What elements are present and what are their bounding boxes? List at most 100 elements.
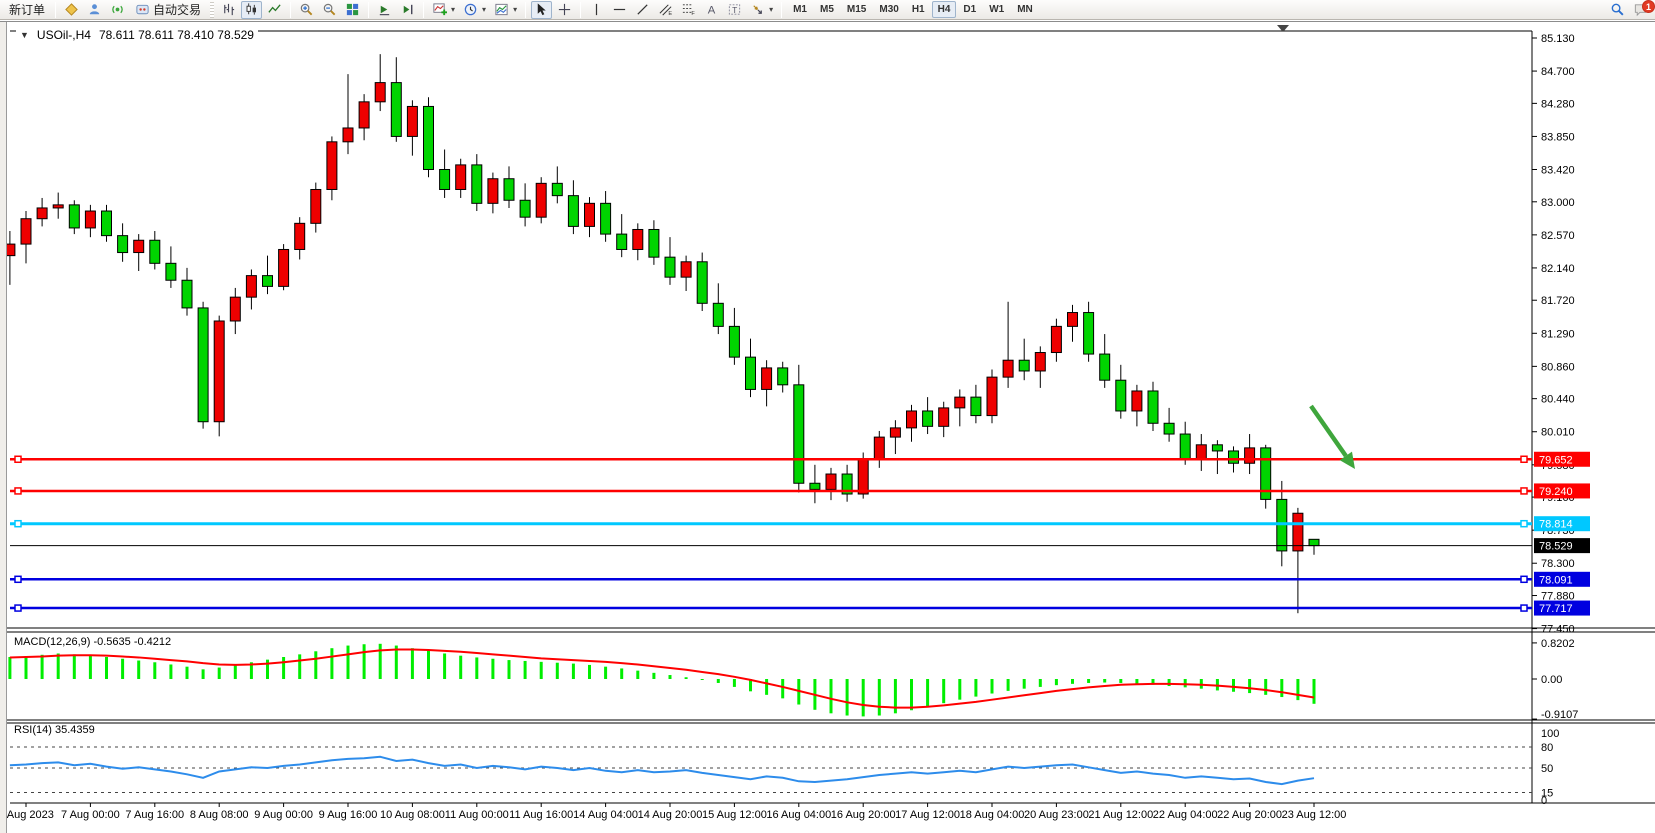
svg-text:78.814: 78.814 xyxy=(1539,519,1573,531)
timeframe-button-M30[interactable]: M30 xyxy=(873,1,904,18)
timeframe-button-H1[interactable]: H1 xyxy=(906,1,931,18)
vertical-line-icon xyxy=(589,2,604,17)
svg-text:22 Aug 20:00: 22 Aug 20:00 xyxy=(1217,809,1282,821)
chart-window: 85.13084.70084.28083.85083.42083.00082.5… xyxy=(0,21,1655,832)
timeframe-button-MN[interactable]: MN xyxy=(1011,1,1039,18)
text-icon: A xyxy=(704,2,719,17)
dropdown-arrow-icon[interactable]: ▾ xyxy=(769,5,773,14)
auto-scroll-button[interactable] xyxy=(374,1,395,19)
add-indicator-button[interactable]: ▾ xyxy=(429,1,458,19)
svg-text:83.420: 83.420 xyxy=(1541,164,1575,176)
chart-canvas[interactable]: 85.13084.70084.28083.85083.42083.00082.5… xyxy=(0,22,1655,833)
periods-button[interactable]: ▾ xyxy=(460,1,489,19)
timeframe-button-M15[interactable]: M15 xyxy=(841,1,872,18)
trendline-button[interactable] xyxy=(632,1,653,19)
svg-text:E: E xyxy=(668,11,672,17)
svg-text:T: T xyxy=(732,5,737,15)
toolbar-separator xyxy=(781,2,782,18)
svg-text:0.00: 0.00 xyxy=(1541,674,1562,686)
equidistant-channel-button[interactable]: E xyxy=(655,1,676,19)
tile-windows-button[interactable] xyxy=(342,1,363,19)
svg-text:79.652: 79.652 xyxy=(1539,454,1573,466)
macd-axis[interactable]: 0.82020.00-0.9107 xyxy=(1532,638,1578,721)
toolbar-grip xyxy=(210,2,214,18)
pane-borders xyxy=(0,31,1655,803)
new-order-label: 新订单 xyxy=(9,1,45,18)
text-label-button[interactable]: T xyxy=(724,1,745,19)
svg-text:7 Aug 16:00: 7 Aug 16:00 xyxy=(125,809,184,821)
chart-shift-button[interactable] xyxy=(397,1,418,19)
navigator-button[interactable] xyxy=(107,1,128,19)
text-button[interactable]: A xyxy=(701,1,722,19)
chat-button[interactable]: 1 xyxy=(1630,1,1651,19)
candlestick-chart-icon xyxy=(244,2,259,17)
vertical-line-button[interactable] xyxy=(586,1,607,19)
svg-text:10 Aug 08:00: 10 Aug 08:00 xyxy=(380,809,445,821)
bar-chart-button[interactable] xyxy=(218,1,239,19)
timeframe-button-D1[interactable]: D1 xyxy=(957,1,982,18)
macd-indicator-label: MACD(12,26,9) -0.5635 -0.4212 xyxy=(14,636,171,648)
svg-text:80.010: 80.010 xyxy=(1541,427,1575,439)
zoom-in-button[interactable] xyxy=(296,1,317,19)
data-window-icon xyxy=(87,2,102,17)
svg-text:85.130: 85.130 xyxy=(1541,33,1575,45)
fibonacci-button[interactable]: F xyxy=(678,1,699,19)
dropdown-arrow-icon[interactable]: ▾ xyxy=(513,5,517,14)
timeframe-button-M1[interactable]: M1 xyxy=(787,1,813,18)
navigator-icon xyxy=(110,2,125,17)
rsi-pane xyxy=(10,747,1532,793)
candlestick-chart-button[interactable] xyxy=(241,1,262,19)
macd-signal-line xyxy=(10,650,1314,708)
rsi-axis[interactable]: 1008050150 xyxy=(1541,728,1559,807)
templates-button[interactable]: ▾ xyxy=(491,1,520,19)
dropdown-arrow-icon[interactable]: ▾ xyxy=(451,5,455,14)
svg-text:14 Aug 04:00: 14 Aug 04:00 xyxy=(573,809,638,821)
svg-text:20 Aug 23:00: 20 Aug 23:00 xyxy=(1024,809,1089,821)
svg-text:78.529: 78.529 xyxy=(1539,541,1573,553)
timeframe-button-W1[interactable]: W1 xyxy=(983,1,1010,18)
svg-text:9 Aug 00:00: 9 Aug 00:00 xyxy=(254,809,313,821)
crosshair-button[interactable] xyxy=(554,1,575,19)
horizontal-line-button[interactable] xyxy=(609,1,630,19)
toolbar-separator xyxy=(55,2,56,18)
cursor-icon xyxy=(534,2,549,17)
market-watch-button[interactable] xyxy=(61,1,82,19)
toolbar-separator xyxy=(368,2,369,18)
svg-text:79.240: 79.240 xyxy=(1539,486,1573,498)
svg-text:16 Aug 20:00: 16 Aug 20:00 xyxy=(831,809,896,821)
search-button[interactable] xyxy=(1607,1,1628,19)
autotrade-label: 自动交易 xyxy=(153,1,201,18)
svg-text:7 Aug 00:00: 7 Aug 00:00 xyxy=(61,809,120,821)
svg-text:80.860: 80.860 xyxy=(1541,361,1575,373)
trendline-icon xyxy=(635,2,650,17)
data-window-button[interactable] xyxy=(84,1,105,19)
svg-text:81.290: 81.290 xyxy=(1541,328,1575,340)
svg-text:83.000: 83.000 xyxy=(1541,197,1575,209)
toolbar-separator xyxy=(525,2,526,18)
svg-text:78.091: 78.091 xyxy=(1539,574,1573,586)
svg-text:17 Aug 12:00: 17 Aug 12:00 xyxy=(895,809,960,821)
window-left-border xyxy=(0,22,7,833)
arrows-icon xyxy=(750,2,765,17)
timeframe-button-M5[interactable]: M5 xyxy=(814,1,840,18)
line-handle xyxy=(15,456,21,462)
svg-text:9 Aug 16:00: 9 Aug 16:00 xyxy=(319,809,378,821)
svg-text:82.140: 82.140 xyxy=(1541,263,1575,275)
arrows-button[interactable]: ▾ xyxy=(747,1,776,19)
svg-text:23 Aug 12:00: 23 Aug 12:00 xyxy=(1282,809,1347,821)
one-click-expand-icon[interactable]: ▼ xyxy=(20,30,29,40)
svg-text:77.717: 77.717 xyxy=(1539,603,1573,615)
new-order-button[interactable]: 新订单 xyxy=(4,1,50,19)
line-chart-button[interactable] xyxy=(264,1,285,19)
line-handle xyxy=(1521,521,1527,527)
time-axis[interactable]: 4 Aug 20237 Aug 00:007 Aug 16:008 Aug 08… xyxy=(0,803,1346,821)
zoom-out-button[interactable] xyxy=(319,1,340,19)
svg-text:F: F xyxy=(691,11,695,17)
timeframe-button-H4[interactable]: H4 xyxy=(932,1,957,18)
autotrade-button[interactable]: 自动交易 xyxy=(130,1,206,19)
cursor-button[interactable] xyxy=(531,1,552,19)
svg-text:-0.9107: -0.9107 xyxy=(1541,709,1578,721)
ohlc-values: 78.611 78.611 78.410 78.529 xyxy=(99,28,254,42)
dropdown-arrow-icon[interactable]: ▾ xyxy=(482,5,486,14)
toolbar-separator xyxy=(580,2,581,18)
